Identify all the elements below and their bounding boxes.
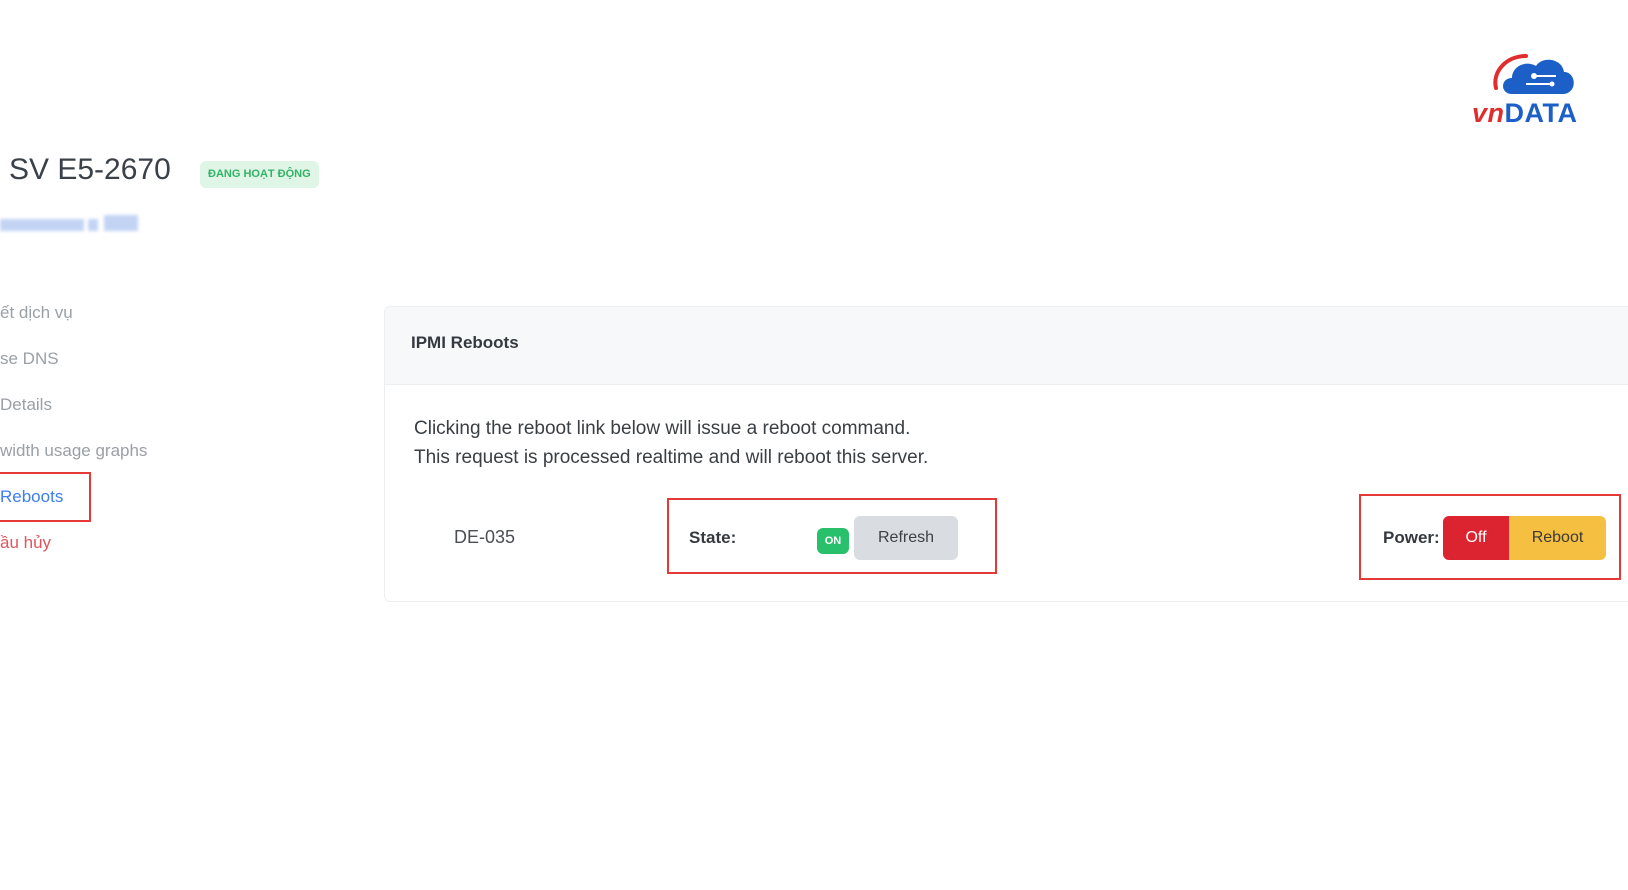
logo-text-data: DATA <box>1504 98 1578 128</box>
cloud-icon <box>1493 54 1574 94</box>
logo-text-vn: vn <box>1472 98 1505 128</box>
state-label: State: <box>689 528 737 547</box>
ipmi-reboots-card: IPMI Reboots Clicking the reboot link be… <box>384 306 1628 602</box>
sidebar-item-reboots[interactable]: Reboots <box>0 487 63 507</box>
power-label: Power: <box>1383 528 1440 547</box>
state-on-badge: ON <box>817 528 849 554</box>
card-description-line-2: This request is processed realtime and w… <box>414 447 929 468</box>
logo-text: vnDATA <box>1472 98 1578 129</box>
server-name: DE-035 <box>454 527 516 547</box>
sidebar-item-cancel-request[interactable]: ầu hủy <box>0 533 51 553</box>
sidebar-item-bandwidth-graphs[interactable]: width usage graphs <box>0 441 147 461</box>
sidebar-item-details[interactable]: Details <box>0 395 52 415</box>
refresh-button[interactable]: Refresh <box>854 516 958 560</box>
power-off-button[interactable]: Off <box>1443 516 1509 560</box>
sidebar-item-reverse-dns[interactable]: se DNS <box>0 349 59 369</box>
sidebar-item-service-details[interactable]: ết dịch vụ <box>0 303 73 323</box>
card-title: IPMI Reboots <box>411 333 519 352</box>
card-header: IPMI Reboots <box>385 307 1628 385</box>
status-badge: ĐANG HOẠT ĐỘNG <box>200 161 319 188</box>
card-description-line-1: Clicking the reboot link below will issu… <box>414 418 911 439</box>
reboot-button[interactable]: Reboot <box>1509 516 1606 560</box>
vndata-logo[interactable]: vnDATA <box>1472 48 1600 132</box>
page-title: SV E5-2670 <box>9 153 171 186</box>
blurred-subtitle <box>0 215 138 235</box>
